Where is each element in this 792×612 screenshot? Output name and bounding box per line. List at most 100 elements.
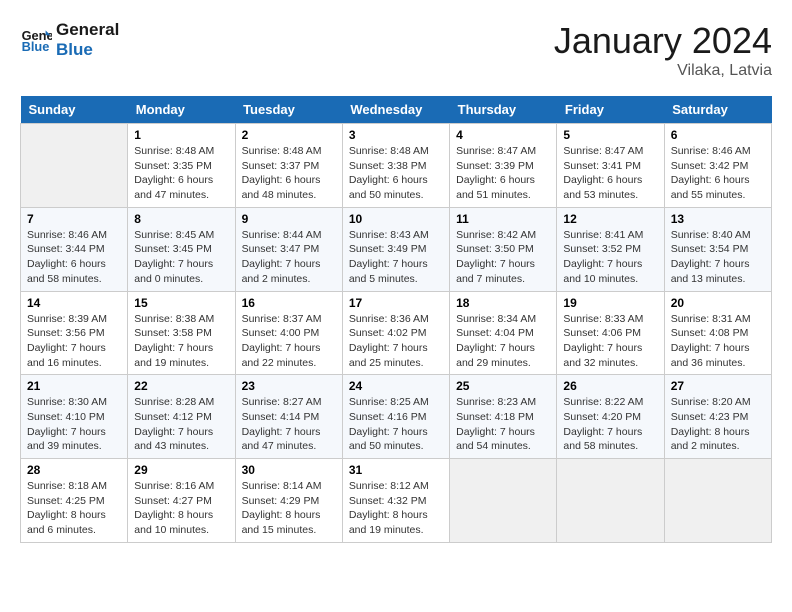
calendar-cell bbox=[664, 459, 771, 543]
day-info: Sunrise: 8:37 AMSunset: 4:00 PMDaylight:… bbox=[242, 312, 336, 371]
day-number: 26 bbox=[563, 379, 657, 393]
day-info: Sunrise: 8:47 AMSunset: 3:41 PMDaylight:… bbox=[563, 144, 657, 203]
calendar-cell: 5 Sunrise: 8:47 AMSunset: 3:41 PMDaylight… bbox=[557, 124, 664, 208]
calendar-cell: 13Sunrise: 8:40 AMSunset: 3:54 PMDayligh… bbox=[664, 207, 771, 291]
calendar-cell: 28 Sunrise: 8:18 AMSunset: 4:25 PMDayligh… bbox=[21, 459, 128, 543]
calendar-table: SundayMondayTuesdayWednesdayThursdayFrid… bbox=[20, 96, 772, 543]
calendar-week-row: 7 Sunrise: 8:46 AMSunset: 3:44 PMDaylight… bbox=[21, 207, 772, 291]
day-number: 22 bbox=[134, 379, 228, 393]
day-info: Sunrise: 8:43 AMSunset: 3:49 PMDaylight:… bbox=[349, 228, 443, 287]
calendar-cell: 10 Sunrise: 8:43 AMSunset: 3:49 PMDayligh… bbox=[342, 207, 449, 291]
day-info: Sunrise: 8:16 AMSunset: 4:27 PMDaylight:… bbox=[134, 479, 228, 538]
day-number: 12 bbox=[563, 212, 657, 226]
calendar-cell: 30Sunrise: 8:14 AMSunset: 4:29 PMDayligh… bbox=[235, 459, 342, 543]
day-number: 6 bbox=[671, 128, 765, 142]
calendar-week-row: 1 Sunrise: 8:48 AMSunset: 3:35 PMDaylight… bbox=[21, 124, 772, 208]
weekday-header: Thursday bbox=[450, 96, 557, 124]
day-number: 24 bbox=[349, 379, 443, 393]
day-number: 15 bbox=[134, 296, 228, 310]
day-info: Sunrise: 8:31 AMSunset: 4:08 PMDaylight:… bbox=[671, 312, 765, 371]
calendar-cell: 20 Sunrise: 8:31 AMSunset: 4:08 PMDayligh… bbox=[664, 291, 771, 375]
calendar-cell: 23Sunrise: 8:27 AMSunset: 4:14 PMDayligh… bbox=[235, 375, 342, 459]
calendar-cell: 12 Sunrise: 8:41 AMSunset: 3:52 PMDayligh… bbox=[557, 207, 664, 291]
day-info: Sunrise: 8:41 AMSunset: 3:52 PMDaylight:… bbox=[563, 228, 657, 287]
day-info: Sunrise: 8:36 AMSunset: 4:02 PMDaylight:… bbox=[349, 312, 443, 371]
day-info: Sunrise: 8:39 AMSunset: 3:56 PMDaylight:… bbox=[27, 312, 121, 371]
calendar-cell: 26 Sunrise: 8:22 AMSunset: 4:20 PMDayligh… bbox=[557, 375, 664, 459]
day-info: Sunrise: 8:18 AMSunset: 4:25 PMDaylight:… bbox=[27, 479, 121, 538]
calendar-cell: 24Sunrise: 8:25 AMSunset: 4:16 PMDayligh… bbox=[342, 375, 449, 459]
calendar-cell: 29 Sunrise: 8:16 AMSunset: 4:27 PMDayligh… bbox=[128, 459, 235, 543]
day-number: 8 bbox=[134, 212, 228, 226]
calendar-week-row: 28 Sunrise: 8:18 AMSunset: 4:25 PMDayligh… bbox=[21, 459, 772, 543]
calendar-cell: 19 Sunrise: 8:33 AMSunset: 4:06 PMDayligh… bbox=[557, 291, 664, 375]
day-info: Sunrise: 8:28 AMSunset: 4:12 PMDaylight:… bbox=[134, 395, 228, 454]
calendar-cell: 6Sunrise: 8:46 AMSunset: 3:42 PMDaylight… bbox=[664, 124, 771, 208]
calendar-week-row: 21 Sunrise: 8:30 AMSunset: 4:10 PMDayligh… bbox=[21, 375, 772, 459]
calendar-cell: 8 Sunrise: 8:45 AMSunset: 3:45 PMDaylight… bbox=[128, 207, 235, 291]
day-number: 4 bbox=[456, 128, 550, 142]
day-info: Sunrise: 8:38 AMSunset: 3:58 PMDaylight:… bbox=[134, 312, 228, 371]
day-info: Sunrise: 8:34 AMSunset: 4:04 PMDaylight:… bbox=[456, 312, 550, 371]
day-number: 2 bbox=[242, 128, 336, 142]
calendar-cell bbox=[557, 459, 664, 543]
calendar-cell: 2 Sunrise: 8:48 AMSunset: 3:37 PMDaylight… bbox=[235, 124, 342, 208]
day-number: 30 bbox=[242, 463, 336, 477]
day-number: 1 bbox=[134, 128, 228, 142]
day-info: Sunrise: 8:22 AMSunset: 4:20 PMDaylight:… bbox=[563, 395, 657, 454]
day-info: Sunrise: 8:40 AMSunset: 3:54 PMDaylight:… bbox=[671, 228, 765, 287]
calendar-cell: 9Sunrise: 8:44 AMSunset: 3:47 PMDaylight… bbox=[235, 207, 342, 291]
logo: General Blue General Blue bbox=[20, 20, 119, 61]
calendar-cell: 27 Sunrise: 8:20 AMSunset: 4:23 PMDayligh… bbox=[664, 375, 771, 459]
day-number: 16 bbox=[242, 296, 336, 310]
day-info: Sunrise: 8:48 AMSunset: 3:37 PMDaylight:… bbox=[242, 144, 336, 203]
day-number: 25 bbox=[456, 379, 550, 393]
page-header: General Blue General Blue January 2024 V… bbox=[20, 20, 772, 80]
day-number: 14 bbox=[27, 296, 121, 310]
day-number: 19 bbox=[563, 296, 657, 310]
calendar-cell: 11 Sunrise: 8:42 AMSunset: 3:50 PMDayligh… bbox=[450, 207, 557, 291]
day-number: 5 bbox=[563, 128, 657, 142]
location: Vilaka, Latvia bbox=[554, 62, 772, 80]
day-info: Sunrise: 8:20 AMSunset: 4:23 PMDaylight:… bbox=[671, 395, 765, 454]
month-title: January 2024 bbox=[554, 20, 772, 62]
calendar-cell: 4 Sunrise: 8:47 AMSunset: 3:39 PMDaylight… bbox=[450, 124, 557, 208]
day-info: Sunrise: 8:45 AMSunset: 3:45 PMDaylight:… bbox=[134, 228, 228, 287]
logo-line1: General bbox=[56, 20, 119, 40]
day-info: Sunrise: 8:30 AMSunset: 4:10 PMDaylight:… bbox=[27, 395, 121, 454]
day-number: 3 bbox=[349, 128, 443, 142]
weekday-header: Friday bbox=[557, 96, 664, 124]
day-number: 21 bbox=[27, 379, 121, 393]
calendar-cell bbox=[450, 459, 557, 543]
day-number: 11 bbox=[456, 212, 550, 226]
weekday-header: Sunday bbox=[21, 96, 128, 124]
logo-icon: General Blue bbox=[20, 24, 52, 56]
day-number: 18 bbox=[456, 296, 550, 310]
calendar-cell: 31Sunrise: 8:12 AMSunset: 4:32 PMDayligh… bbox=[342, 459, 449, 543]
calendar-header-row: SundayMondayTuesdayWednesdayThursdayFrid… bbox=[21, 96, 772, 124]
day-number: 7 bbox=[27, 212, 121, 226]
calendar-cell: 15 Sunrise: 8:38 AMSunset: 3:58 PMDayligh… bbox=[128, 291, 235, 375]
calendar-cell: 7 Sunrise: 8:46 AMSunset: 3:44 PMDaylight… bbox=[21, 207, 128, 291]
weekday-header: Monday bbox=[128, 96, 235, 124]
day-number: 10 bbox=[349, 212, 443, 226]
calendar-cell: 3Sunrise: 8:48 AMSunset: 3:38 PMDaylight… bbox=[342, 124, 449, 208]
day-info: Sunrise: 8:48 AMSunset: 3:35 PMDaylight:… bbox=[134, 144, 228, 203]
day-number: 29 bbox=[134, 463, 228, 477]
calendar-cell: 18 Sunrise: 8:34 AMSunset: 4:04 PMDayligh… bbox=[450, 291, 557, 375]
day-info: Sunrise: 8:23 AMSunset: 4:18 PMDaylight:… bbox=[456, 395, 550, 454]
calendar-cell: 25 Sunrise: 8:23 AMSunset: 4:18 PMDayligh… bbox=[450, 375, 557, 459]
svg-text:Blue: Blue bbox=[22, 40, 50, 55]
calendar-cell: 1 Sunrise: 8:48 AMSunset: 3:35 PMDaylight… bbox=[128, 124, 235, 208]
calendar-cell: 22 Sunrise: 8:28 AMSunset: 4:12 PMDayligh… bbox=[128, 375, 235, 459]
day-number: 9 bbox=[242, 212, 336, 226]
day-info: Sunrise: 8:46 AMSunset: 3:44 PMDaylight:… bbox=[27, 228, 121, 287]
logo-line2: Blue bbox=[56, 40, 119, 60]
day-number: 31 bbox=[349, 463, 443, 477]
day-number: 28 bbox=[27, 463, 121, 477]
day-info: Sunrise: 8:33 AMSunset: 4:06 PMDaylight:… bbox=[563, 312, 657, 371]
day-info: Sunrise: 8:42 AMSunset: 3:50 PMDaylight:… bbox=[456, 228, 550, 287]
day-number: 27 bbox=[671, 379, 765, 393]
day-info: Sunrise: 8:47 AMSunset: 3:39 PMDaylight:… bbox=[456, 144, 550, 203]
day-number: 20 bbox=[671, 296, 765, 310]
